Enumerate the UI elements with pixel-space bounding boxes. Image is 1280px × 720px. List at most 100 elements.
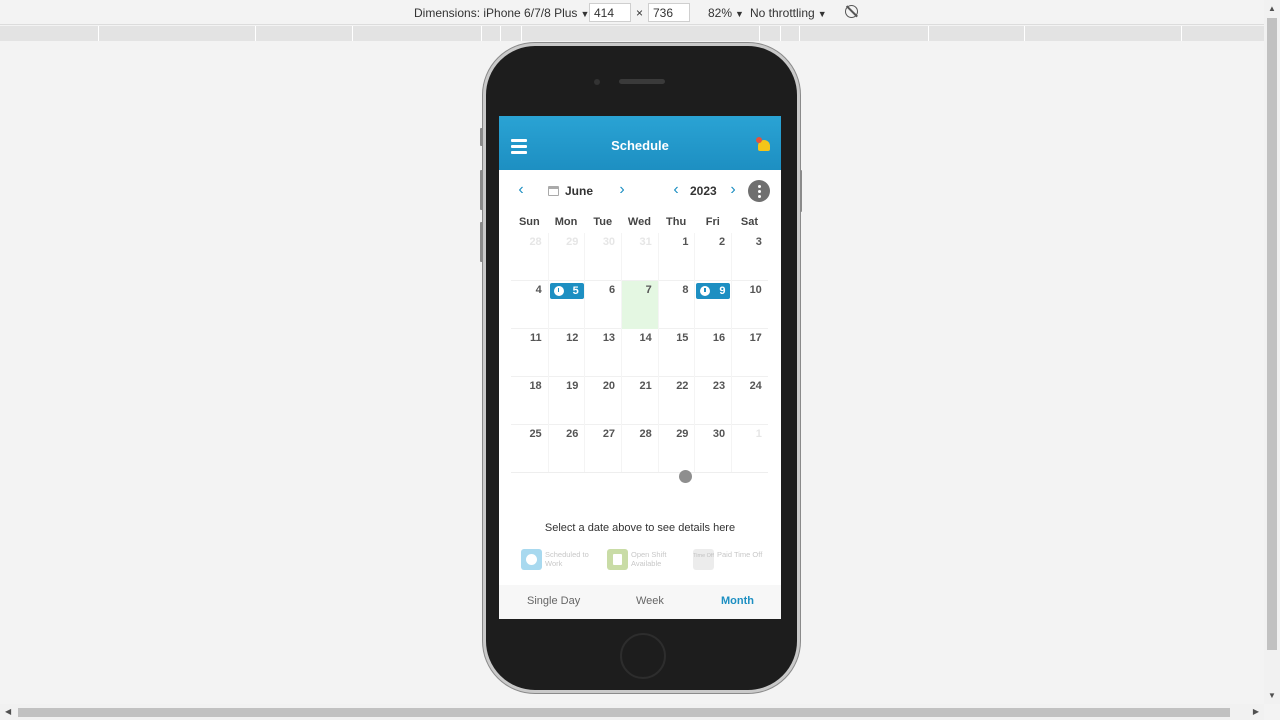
rotate-icon[interactable] bbox=[845, 5, 858, 18]
calendar-day-cell[interactable]: 19 bbox=[547, 377, 585, 425]
calendar-day-cell[interactable]: 4 bbox=[511, 281, 548, 329]
scroll-right-arrow-icon[interactable]: ▶ bbox=[1253, 707, 1259, 716]
day-number: 16 bbox=[712, 332, 726, 344]
weekday-label: Tue bbox=[593, 216, 613, 228]
legend: Scheduled to Work Open Shift Available T… bbox=[521, 548, 771, 572]
drag-handle[interactable] bbox=[679, 470, 692, 483]
clipboard-icon bbox=[607, 549, 628, 570]
phone-speaker bbox=[619, 79, 665, 84]
day-number: 18 bbox=[529, 380, 542, 392]
calendar-day-cell[interactable]: 23 bbox=[694, 377, 731, 425]
calendar-day-cell[interactable]: 22 bbox=[657, 377, 695, 425]
calendar-day-cell[interactable]: 1 bbox=[657, 233, 695, 281]
dropdown-arrow-icon: ▼ bbox=[735, 9, 744, 19]
height-input[interactable] bbox=[648, 3, 690, 22]
calendar-day-cell[interactable]: 25 bbox=[511, 425, 548, 473]
calendar-day-cell[interactable]: 6 bbox=[584, 281, 621, 329]
calendar-day-cell[interactable]: 28 bbox=[511, 233, 548, 281]
calendar-navigation: ‹ June › ‹ 2023 › bbox=[499, 180, 781, 202]
scroll-down-arrow-icon[interactable]: ▼ bbox=[1268, 691, 1276, 700]
calendar-week: 11 12 13 14 15 16 17 bbox=[511, 329, 768, 377]
year-label[interactable]: 2023 bbox=[690, 184, 717, 198]
calendar-day-cell[interactable]: 17 bbox=[731, 329, 768, 377]
calendar-day-cell[interactable]: 30 bbox=[694, 425, 731, 473]
throttling-dropdown[interactable]: No throttling ▼ bbox=[750, 6, 827, 20]
calendar-day-cell[interactable]: 24 bbox=[731, 377, 768, 425]
calendar-day-cell-scheduled[interactable]: 9 bbox=[694, 281, 731, 329]
next-month-chevron-icon[interactable]: › bbox=[614, 182, 630, 200]
calendar-day-cell[interactable]: 15 bbox=[657, 329, 695, 377]
tab-week[interactable]: Week bbox=[636, 595, 664, 607]
day-number: 13 bbox=[602, 332, 616, 344]
calendar-day-cell[interactable]: 3 bbox=[731, 233, 768, 281]
calendar-week: 4 5 6 7 8 9 10 bbox=[511, 281, 768, 329]
day-number: 8 bbox=[682, 284, 689, 296]
calendar-day-cell[interactable]: 28 bbox=[621, 425, 658, 473]
vertical-scrollbar[interactable]: ▲ ▼ bbox=[1264, 0, 1280, 704]
calendar-day-cell[interactable]: 2 bbox=[694, 233, 731, 281]
calendar-day-cell[interactable]: 31 bbox=[621, 233, 658, 281]
calendar-day-cell[interactable]: 1 bbox=[731, 425, 768, 473]
calendar-week: 28 29 30 31 1 2 3 bbox=[511, 233, 768, 281]
day-number: 11 bbox=[530, 332, 542, 344]
calendar-day-cell[interactable]: 13 bbox=[584, 329, 621, 377]
weekday-label: Wed bbox=[627, 216, 651, 228]
tab-month[interactable]: Month bbox=[721, 595, 754, 607]
next-year-chevron-icon[interactable]: › bbox=[725, 182, 741, 200]
day-number: 1 bbox=[755, 428, 762, 440]
day-number: 14 bbox=[639, 332, 652, 344]
scroll-left-arrow-icon[interactable]: ◀ bbox=[5, 707, 11, 716]
day-number: 20 bbox=[602, 380, 616, 392]
day-number: 31 bbox=[639, 236, 652, 248]
weekday-label: Sun bbox=[518, 216, 540, 228]
clock-icon bbox=[700, 286, 711, 296]
calendar-day-cell[interactable]: 27 bbox=[584, 425, 621, 473]
notification-bell-icon[interactable] bbox=[756, 137, 770, 151]
zoom-label: 82% bbox=[708, 6, 733, 20]
prev-month-chevron-icon[interactable]: ‹ bbox=[513, 182, 529, 200]
calendar-day-cell[interactable]: 18 bbox=[511, 377, 548, 425]
width-input[interactable] bbox=[589, 3, 631, 22]
device-dropdown[interactable]: Dimensions: iPhone 6/7/8 Plus ▼ bbox=[414, 6, 589, 20]
clock-icon bbox=[521, 549, 542, 570]
devtools-device-toolbar: Dimensions: iPhone 6/7/8 Plus▼ × 82%▼ No… bbox=[0, 0, 1264, 25]
day-number: 29 bbox=[676, 428, 689, 440]
calendar-day-cell[interactable]: 14 bbox=[621, 329, 658, 377]
weekday-header: Sun Mon Tue Wed Thu Fri Sat bbox=[511, 216, 768, 228]
more-options-icon[interactable] bbox=[748, 180, 770, 202]
calendar-day-cell-scheduled[interactable]: 5 bbox=[547, 281, 585, 329]
calendar-day-cell[interactable]: 26 bbox=[547, 425, 585, 473]
horizontal-scroll-thumb[interactable] bbox=[18, 708, 1230, 717]
calendar-day-cell-today[interactable]: 7 bbox=[621, 281, 658, 329]
calendar-day-cell[interactable]: 21 bbox=[621, 377, 658, 425]
calendar-day-cell[interactable]: 16 bbox=[694, 329, 731, 377]
calendar-icon[interactable] bbox=[548, 186, 559, 196]
calendar-day-cell[interactable]: 29 bbox=[657, 425, 695, 473]
calendar-day-cell[interactable]: 10 bbox=[731, 281, 768, 329]
calendar-week: 25 26 27 28 29 30 1 bbox=[511, 425, 768, 473]
horizontal-scrollbar[interactable]: ◀ ▶ bbox=[0, 704, 1264, 720]
media-query-ruler[interactable] bbox=[0, 26, 1264, 41]
month-label[interactable]: June bbox=[565, 184, 593, 198]
scroll-up-arrow-icon[interactable]: ▲ bbox=[1268, 4, 1276, 13]
day-number: 7 bbox=[645, 284, 652, 296]
calendar-day-cell[interactable]: 29 bbox=[547, 233, 585, 281]
view-tabs: Single Day Week Month bbox=[499, 585, 781, 619]
vertical-scroll-thumb[interactable] bbox=[1267, 18, 1277, 650]
tab-single-day[interactable]: Single Day bbox=[527, 595, 580, 607]
day-number: 12 bbox=[566, 332, 579, 344]
zoom-dropdown[interactable]: 82% ▼ bbox=[708, 6, 744, 20]
day-number: 15 bbox=[676, 332, 689, 344]
calendar-day-cell[interactable]: 30 bbox=[584, 233, 621, 281]
day-number: 21 bbox=[639, 380, 652, 392]
prev-year-chevron-icon[interactable]: ‹ bbox=[668, 182, 684, 200]
weekday-label: Mon bbox=[554, 216, 578, 228]
calendar-day-cell[interactable]: 8 bbox=[657, 281, 695, 329]
phone-camera bbox=[594, 79, 600, 85]
calendar-day-cell[interactable]: 20 bbox=[584, 377, 621, 425]
calendar-day-cell[interactable]: 12 bbox=[547, 329, 585, 377]
day-number: 10 bbox=[749, 284, 762, 296]
weekday-label: Thu bbox=[666, 216, 687, 228]
calendar-day-cell[interactable]: 11 bbox=[511, 329, 548, 377]
dimension-separator: × bbox=[636, 6, 644, 20]
